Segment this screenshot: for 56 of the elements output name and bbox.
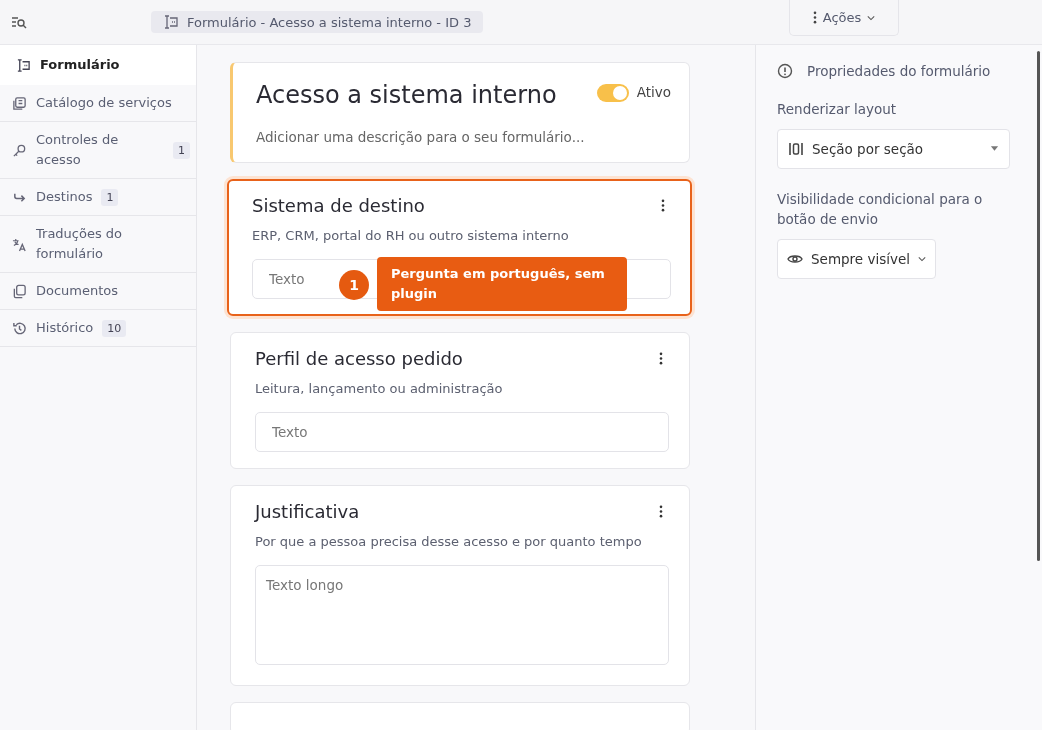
more-icon[interactable] <box>659 505 663 518</box>
sidebar-item[interactable]: Formulário <box>0 45 196 85</box>
annotation-tooltip: Pergunta em português, sem plugin <box>377 257 627 311</box>
sidebar-label: Histórico <box>36 319 94 337</box>
question-card[interactable]: Sistema de destino ERP, CRM, portal do RH ou outro sistema interno Texto 1 Pergunta em português, sem plugin <box>227 179 692 316</box>
history-icon <box>12 320 27 336</box>
field-label: Visibilidade condicional para o botão de envio <box>777 190 984 229</box>
key-icon <box>12 142 27 158</box>
question-description: Por que a pessoa precisa desse acesso e por quanto tempo <box>255 534 643 549</box>
sidebar-item[interactable]: Histórico 10 <box>0 310 196 347</box>
layout-select[interactable]: Seção por seção <box>777 129 1010 169</box>
sidebar-label: Destinos <box>36 188 93 206</box>
translate-icon <box>12 236 27 252</box>
form-icon <box>16 57 31 73</box>
search-menu-icon[interactable] <box>11 14 27 30</box>
more-icon[interactable] <box>659 352 663 365</box>
chevron-icon <box>918 256 926 262</box>
panel-title: Propriedades do formulário <box>807 63 991 79</box>
count-badge: 1 <box>173 141 190 159</box>
breadcrumb-text: Formulário - Acesso a sistema interno - ID 3 <box>187 14 472 30</box>
visibility-dropdown[interactable]: Sempre visível <box>777 239 936 279</box>
question-title: Sistema de destino <box>252 195 425 216</box>
count-badge: 10 <box>102 319 127 337</box>
question-description: Leitura, lançamento ou administração <box>255 381 504 396</box>
form-title: Acesso a sistema interno <box>256 81 558 109</box>
question-card[interactable]: Justificativa Por que a pessoa precisa desse acesso e por quanto tempo Texto longo <box>230 485 690 686</box>
question-title: Perfil de acesso pedido <box>255 348 463 369</box>
columns-icon <box>788 141 804 157</box>
actions-button[interactable]: Ações <box>789 0 899 36</box>
sidebar-item[interactable]: Documentos <box>0 273 196 310</box>
sidebar-item[interactable]: Destinos 1 <box>0 179 196 216</box>
sidebar-item[interactable]: Controles de acesso 1 <box>0 122 196 179</box>
more-icon <box>812 11 817 24</box>
textarea-field[interactable]: Texto longo <box>255 565 669 665</box>
active-toggle[interactable] <box>596 84 629 102</box>
question-title: Justificativa <box>255 501 360 522</box>
sidebar-label: Traduções do formulário <box>36 225 124 263</box>
question-card[interactable]: Perfil de acesso pedido Leitura, lançamento ou administração Texto <box>230 332 690 469</box>
form-icon <box>163 14 179 30</box>
question-description: ERP, CRM, portal do RH ou outro sistema interno <box>252 228 570 243</box>
toggle-label: Ativo <box>636 84 671 100</box>
sidebar-label: Catálogo de serviços <box>36 94 172 112</box>
sidebar-label: Controles de acesso <box>36 131 120 169</box>
info-icon <box>777 63 793 79</box>
more-icon[interactable] <box>661 199 665 212</box>
sidebar-label: Formulário <box>40 56 120 74</box>
catalog-icon <box>12 95 27 111</box>
caret-icon <box>990 146 999 152</box>
documents-icon <box>12 283 27 299</box>
sidebar-label: Documentos <box>36 282 119 300</box>
field-label: Renderizar layout <box>777 100 898 119</box>
text-field[interactable]: Texto <box>255 412 669 452</box>
sidebar-item[interactable]: Traduções do formulário <box>0 216 196 273</box>
sidebar-item[interactable]: Catálogo de serviços <box>0 85 196 122</box>
chevron-icon <box>867 14 876 21</box>
count-badge: 1 <box>101 188 119 206</box>
